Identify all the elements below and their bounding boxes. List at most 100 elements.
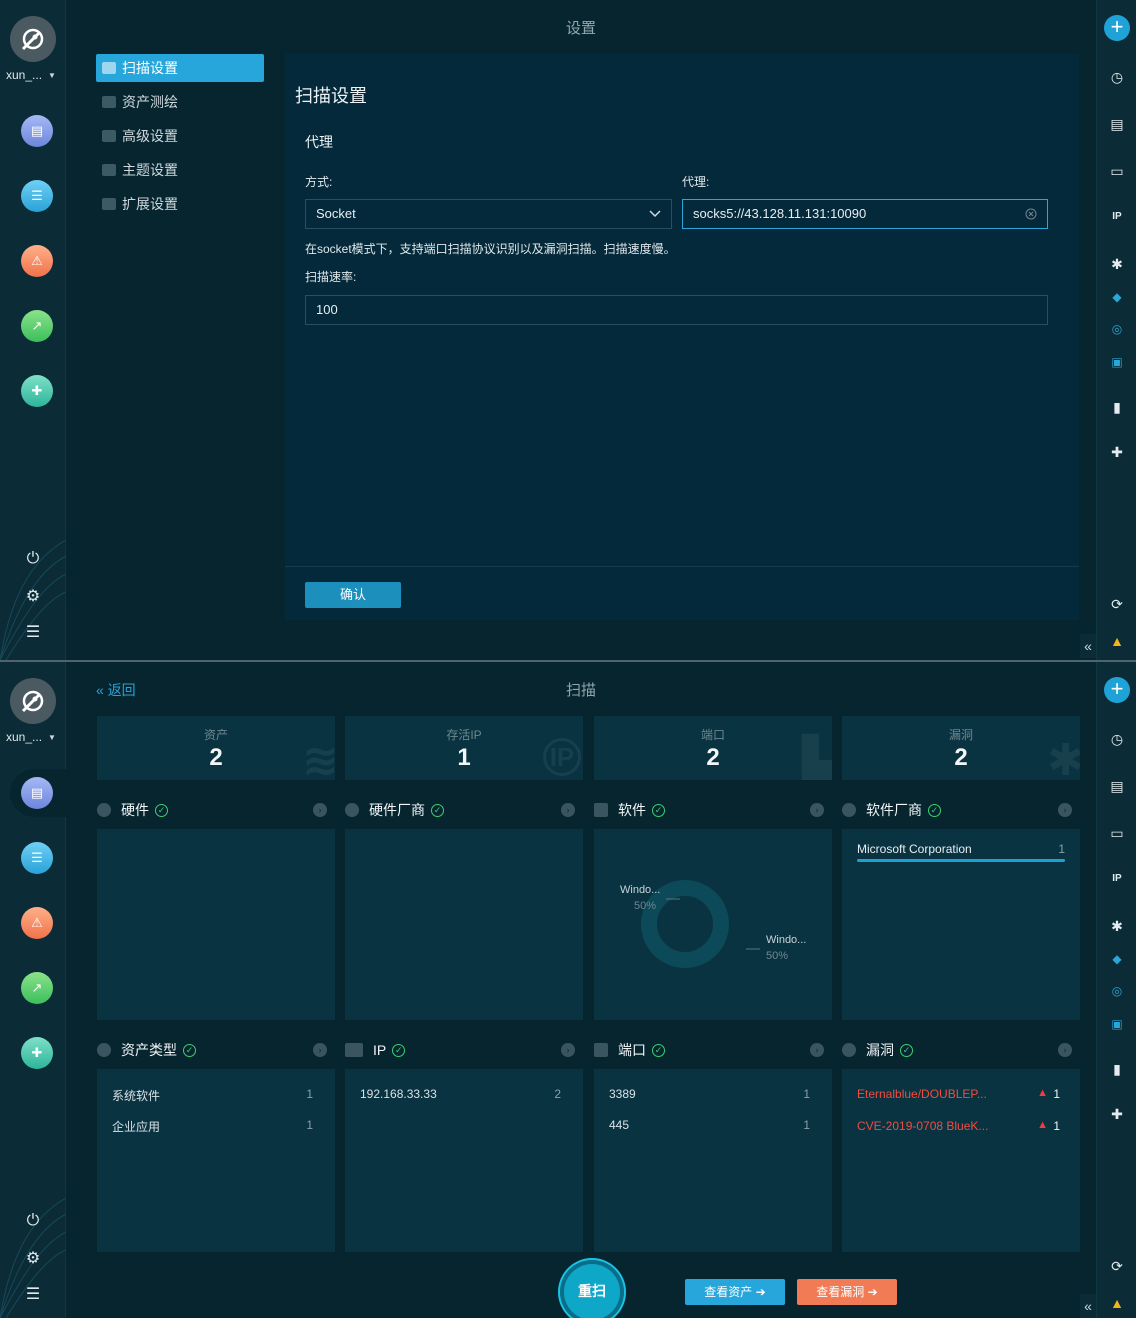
app-logo[interactable] [10, 16, 56, 62]
arrow-right-icon[interactable]: › [313, 803, 327, 817]
history-icon[interactable]: ◷ [1106, 730, 1128, 748]
nav-plugin-icon[interactable]: ✚ [21, 1037, 53, 1069]
nav-chart-icon[interactable]: ↗ [21, 972, 53, 1004]
list-item[interactable]: 企业应用 1 [112, 1118, 313, 1135]
nav-plugin-icon[interactable]: ✚ [21, 375, 53, 407]
item-count: 1 [803, 1087, 810, 1101]
hardware-card [97, 829, 335, 1020]
bug-icon[interactable]: ✱ [1106, 255, 1128, 273]
gear-icon[interactable]: ⚙ [22, 1247, 44, 1269]
app-logo[interactable] [10, 678, 56, 724]
nav-assets-icon[interactable]: ☰ [21, 180, 53, 212]
arrow-right-icon[interactable]: › [561, 803, 575, 817]
monitor-icon[interactable]: ▭ [1106, 162, 1128, 180]
refresh-icon[interactable]: ⟳ [1106, 595, 1128, 613]
check-icon: ✓ [652, 1043, 665, 1057]
collapse-icon[interactable]: « [1080, 1294, 1096, 1318]
item-count: 1 [306, 1118, 313, 1132]
vendor-row[interactable]: Microsoft Corporation 1 [857, 842, 1065, 856]
section-title: 端口 [618, 1042, 646, 1058]
arrow-right-icon[interactable]: › [810, 803, 824, 817]
vendor-bar [857, 859, 1065, 862]
stat-label: 端口 [700, 728, 725, 742]
rate-input[interactable]: 100 [305, 295, 1048, 325]
section-vuln: 漏洞 ✓ › [842, 1038, 1072, 1062]
menu-item-theme[interactable]: 主题设置 [96, 156, 264, 184]
bar-chart-icon[interactable]: ▮ [1106, 398, 1128, 416]
arrow-right-icon[interactable]: › [1058, 803, 1072, 817]
monitor-icon[interactable]: ▭ [1106, 824, 1128, 842]
nav-scan-icon[interactable]: ▤ [21, 777, 53, 809]
warning-icon[interactable]: ▲ [1106, 632, 1128, 650]
warning-icon[interactable]: ▲ [1106, 1294, 1128, 1312]
arrow-right-icon[interactable]: › [313, 1043, 327, 1057]
settings-panel: 扫描设置 代理 方式: Socket 代理: socks5://43.128.1… [285, 54, 1079, 620]
proxy-input[interactable]: socks5://43.128.11.131:10090 [682, 199, 1048, 229]
button-label: 查看漏洞 [816, 1285, 865, 1299]
list-item[interactable]: Eternalblue/DOUBLEP... ▲ 1 [857, 1087, 1060, 1101]
menu-item-scan-settings[interactable]: 扫描设置 [96, 54, 264, 82]
confirm-button[interactable]: 确认 [305, 582, 401, 608]
document-icon[interactable]: ▤ [1106, 777, 1128, 795]
software-card: Windo... 50% Windo... 50% [594, 829, 832, 1020]
clear-icon[interactable] [1025, 208, 1037, 220]
user-menu[interactable]: xun_... ▼ [6, 730, 56, 744]
cube-icon[interactable]: ◆ [1106, 288, 1128, 306]
section-ip: IP ✓ › [345, 1038, 575, 1062]
page-title: 设置 [565, 20, 596, 37]
puzzle-icon[interactable]: ✚ [1106, 443, 1128, 461]
vendor-name: Microsoft Corporation [857, 842, 972, 856]
view-vulns-button[interactable]: 查看漏洞 ➔ [797, 1279, 897, 1305]
menu-icon[interactable]: ☰ [22, 1283, 44, 1305]
power-icon[interactable]: ⏻ [22, 548, 44, 570]
section-hardware-vendor: 硬件厂商 ✓ › [345, 798, 575, 822]
add-icon[interactable]: + [1104, 677, 1130, 703]
rescan-button[interactable]: 重扫 [560, 1260, 624, 1318]
view-assets-button[interactable]: 查看资产 ➔ [685, 1279, 785, 1305]
add-icon[interactable]: + [1104, 15, 1130, 41]
ip-icon[interactable]: IP [1106, 870, 1128, 888]
bar-chart-icon[interactable]: ▮ [1106, 1060, 1128, 1078]
monitor-icon [345, 1043, 363, 1057]
menu-icon[interactable]: ☰ [22, 621, 44, 643]
list-item[interactable]: 445 1 [609, 1118, 810, 1132]
cube-icon[interactable]: ◆ [1106, 950, 1128, 968]
fingerprint-icon[interactable]: ◎ [1106, 320, 1128, 338]
puzzle-icon[interactable]: ✚ [1106, 1105, 1128, 1123]
arrow-right-icon[interactable]: › [561, 1043, 575, 1057]
nav-chart-icon[interactable]: ↗ [21, 310, 53, 342]
ip-card: 192.168.33.33 2 [345, 1069, 583, 1252]
ip-icon[interactable]: IP [1106, 208, 1128, 226]
gear-icon[interactable]: ⚙ [22, 585, 44, 607]
nav-vuln-icon[interactable]: ⚠ [21, 245, 53, 277]
user-menu[interactable]: xun_... ▼ [6, 68, 56, 82]
collapse-icon[interactable]: « [1080, 634, 1096, 658]
arrow-right-icon[interactable]: › [1058, 1043, 1072, 1057]
database-icon[interactable]: ▣ [1106, 353, 1128, 371]
refresh-icon[interactable]: ⟳ [1106, 1257, 1128, 1275]
nav-assets-icon[interactable]: ☰ [21, 842, 53, 874]
document-icon[interactable]: ▤ [1106, 115, 1128, 133]
menu-item-advanced[interactable]: 高级设置 [96, 122, 264, 150]
list-item[interactable]: CVE-2019-0708 BlueK... ▲ 1 [857, 1119, 1060, 1133]
mode-select[interactable]: Socket [305, 199, 672, 229]
username: xun_... [6, 68, 43, 82]
history-icon[interactable]: ◷ [1106, 68, 1128, 86]
stat-value: 1 [457, 744, 471, 771]
menu-item-extensions[interactable]: 扩展设置 [96, 190, 264, 218]
nav-scan-icon[interactable]: ▤ [21, 115, 53, 147]
arrow-right-icon[interactable]: › [810, 1043, 824, 1057]
power-icon[interactable]: ⏻ [22, 1210, 44, 1232]
list-item[interactable]: 192.168.33.33 2 [360, 1087, 561, 1101]
list-item[interactable]: 3389 1 [609, 1087, 810, 1101]
database-icon[interactable]: ▣ [1106, 1015, 1128, 1033]
fingerprint-icon[interactable]: ◎ [1106, 982, 1128, 1000]
menu-item-asset-mapping[interactable]: 资产测绘 [96, 88, 264, 116]
check-icon: ✓ [183, 1043, 196, 1057]
section-asset-type: 资产类型 ✓ › [97, 1038, 327, 1062]
bug-icon[interactable]: ✱ [1106, 917, 1128, 935]
list-item[interactable]: 系统软件 1 [112, 1087, 313, 1104]
nav-vuln-icon[interactable]: ⚠ [21, 907, 53, 939]
window-icon [594, 803, 608, 817]
section-port: 端口 ✓ › [594, 1038, 824, 1062]
